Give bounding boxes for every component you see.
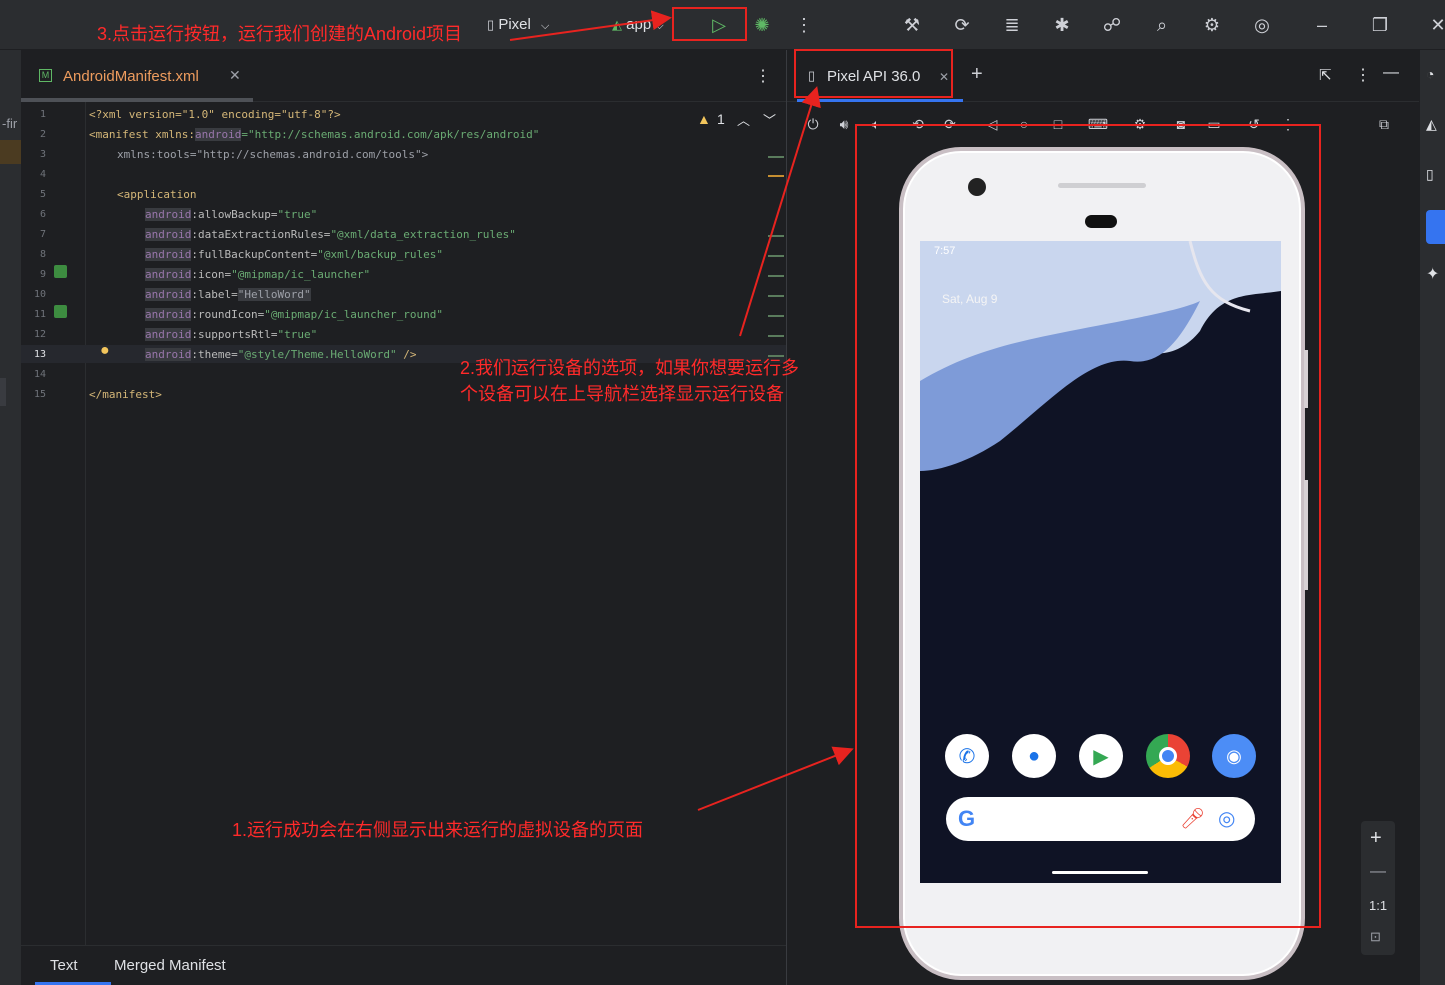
- arrow-to-device-screen: [697, 746, 854, 811]
- annotation-arrows: [509, 10, 854, 811]
- arrow-to-run-button: [509, 10, 672, 41]
- arrow-to-device-tab: [739, 86, 821, 337]
